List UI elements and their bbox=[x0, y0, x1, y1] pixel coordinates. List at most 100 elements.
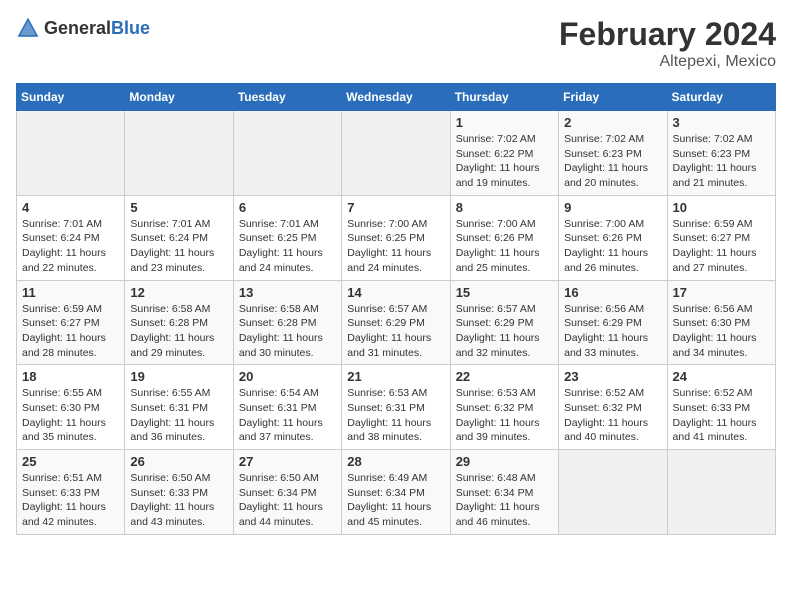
day-number: 9 bbox=[564, 200, 661, 215]
day-number: 14 bbox=[347, 285, 444, 300]
calendar-cell: 19Sunrise: 6:55 AMSunset: 6:31 PMDayligh… bbox=[125, 365, 233, 450]
day-number: 10 bbox=[673, 200, 770, 215]
calendar-cell: 13Sunrise: 6:58 AMSunset: 6:28 PMDayligh… bbox=[233, 280, 341, 365]
day-info: Sunrise: 6:58 AMSunset: 6:28 PMDaylight:… bbox=[130, 302, 227, 361]
day-info: Sunrise: 7:00 AMSunset: 6:25 PMDaylight:… bbox=[347, 217, 444, 276]
logo-general-text: General bbox=[44, 18, 111, 38]
calendar-cell bbox=[17, 111, 125, 196]
day-number: 12 bbox=[130, 285, 227, 300]
day-info: Sunrise: 7:02 AMSunset: 6:23 PMDaylight:… bbox=[673, 132, 770, 191]
day-info: Sunrise: 7:01 AMSunset: 6:24 PMDaylight:… bbox=[22, 217, 119, 276]
calendar-cell: 26 Sunrise: 6:50 AMSunset: 6:33 PMDayligh… bbox=[125, 450, 233, 535]
day-number: 16 bbox=[564, 285, 661, 300]
calendar-cell: 20 Sunrise: 6:54 AMSunset: 6:31 PMDayligh… bbox=[233, 365, 341, 450]
day-info: Sunrise: 6:52 AMSunset: 6:33 PMDaylight:… bbox=[673, 386, 770, 445]
weekday-header-monday: Monday bbox=[125, 84, 233, 111]
calendar-cell: 6 Sunrise: 7:01 AMSunset: 6:25 PMDaylight… bbox=[233, 195, 341, 280]
calendar-cell: 8Sunrise: 7:00 AMSunset: 6:26 PMDaylight… bbox=[450, 195, 558, 280]
day-number: 25 bbox=[22, 454, 119, 469]
calendar-cell: 14 Sunrise: 6:57 AMSunset: 6:29 PMDayligh… bbox=[342, 280, 450, 365]
calendar-cell: 11Sunrise: 6:59 AMSunset: 6:27 PMDayligh… bbox=[17, 280, 125, 365]
calendar-cell: 1Sunrise: 7:02 AMSunset: 6:22 PMDaylight… bbox=[450, 111, 558, 196]
day-info: Sunrise: 7:01 AMSunset: 6:24 PMDaylight:… bbox=[130, 217, 227, 276]
calendar-cell: 25 Sunrise: 6:51 AMSunset: 6:33 PMDayligh… bbox=[17, 450, 125, 535]
day-number: 26 bbox=[130, 454, 227, 469]
calendar-cell: 24 Sunrise: 6:52 AMSunset: 6:33 PMDayligh… bbox=[667, 365, 775, 450]
day-info: Sunrise: 6:55 AMSunset: 6:30 PMDaylight:… bbox=[22, 386, 119, 445]
day-number: 19 bbox=[130, 369, 227, 384]
day-number: 7 bbox=[347, 200, 444, 215]
calendar-cell bbox=[125, 111, 233, 196]
calendar-cell: 23Sunrise: 6:52 AMSunset: 6:32 PMDayligh… bbox=[559, 365, 667, 450]
day-number: 24 bbox=[673, 369, 770, 384]
day-number: 27 bbox=[239, 454, 336, 469]
day-info: Sunrise: 6:49 AMSunset: 6:34 PMDaylight:… bbox=[347, 471, 444, 530]
weekday-header-thursday: Thursday bbox=[450, 84, 558, 111]
calendar-cell: 3 Sunrise: 7:02 AMSunset: 6:23 PMDaylight… bbox=[667, 111, 775, 196]
day-number: 4 bbox=[22, 200, 119, 215]
calendar-header-row: SundayMondayTuesdayWednesdayThursdayFrid… bbox=[17, 84, 776, 111]
day-info: Sunrise: 6:57 AMSunset: 6:29 PMDaylight:… bbox=[456, 302, 553, 361]
calendar-week-row: 1Sunrise: 7:02 AMSunset: 6:22 PMDaylight… bbox=[17, 111, 776, 196]
calendar-body: 1Sunrise: 7:02 AMSunset: 6:22 PMDaylight… bbox=[17, 111, 776, 535]
day-info: Sunrise: 7:00 AMSunset: 6:26 PMDaylight:… bbox=[456, 217, 553, 276]
logo-blue-text: Blue bbox=[111, 18, 150, 38]
day-info: Sunrise: 6:50 AMSunset: 6:34 PMDaylight:… bbox=[239, 471, 336, 530]
calendar-cell: 2Sunrise: 7:02 AMSunset: 6:23 PMDaylight… bbox=[559, 111, 667, 196]
weekday-header-wednesday: Wednesday bbox=[342, 84, 450, 111]
day-info: Sunrise: 7:02 AMSunset: 6:23 PMDaylight:… bbox=[564, 132, 661, 191]
calendar-cell: 16 Sunrise: 6:56 AMSunset: 6:29 PMDayligh… bbox=[559, 280, 667, 365]
calendar-cell: 4 Sunrise: 7:01 AMSunset: 6:24 PMDaylight… bbox=[17, 195, 125, 280]
day-info: Sunrise: 6:59 AMSunset: 6:27 PMDaylight:… bbox=[673, 217, 770, 276]
day-info: Sunrise: 6:56 AMSunset: 6:30 PMDaylight:… bbox=[673, 302, 770, 361]
weekday-header-tuesday: Tuesday bbox=[233, 84, 341, 111]
day-info: Sunrise: 6:54 AMSunset: 6:31 PMDaylight:… bbox=[239, 386, 336, 445]
day-info: Sunrise: 6:53 AMSunset: 6:32 PMDaylight:… bbox=[456, 386, 553, 445]
day-number: 6 bbox=[239, 200, 336, 215]
day-number: 15 bbox=[456, 285, 553, 300]
day-info: Sunrise: 7:01 AMSunset: 6:25 PMDaylight:… bbox=[239, 217, 336, 276]
day-info: Sunrise: 6:58 AMSunset: 6:28 PMDaylight:… bbox=[239, 302, 336, 361]
calendar-cell: 18 Sunrise: 6:55 AMSunset: 6:30 PMDayligh… bbox=[17, 365, 125, 450]
page-header: GeneralBlue February 2024 Altepexi, Mexi… bbox=[16, 16, 776, 71]
calendar-cell: 17 Sunrise: 6:56 AMSunset: 6:30 PMDayligh… bbox=[667, 280, 775, 365]
month-title: February 2024 bbox=[559, 16, 776, 53]
day-info: Sunrise: 6:50 AMSunset: 6:33 PMDaylight:… bbox=[130, 471, 227, 530]
day-info: Sunrise: 6:56 AMSunset: 6:29 PMDaylight:… bbox=[564, 302, 661, 361]
calendar-week-row: 18 Sunrise: 6:55 AMSunset: 6:30 PMDayligh… bbox=[17, 365, 776, 450]
day-number: 29 bbox=[456, 454, 553, 469]
title-block: February 2024 Altepexi, Mexico bbox=[559, 16, 776, 71]
day-number: 23 bbox=[564, 369, 661, 384]
weekday-header-friday: Friday bbox=[559, 84, 667, 111]
day-number: 20 bbox=[239, 369, 336, 384]
calendar-cell: 12 Sunrise: 6:58 AMSunset: 6:28 PMDayligh… bbox=[125, 280, 233, 365]
day-info: Sunrise: 6:57 AMSunset: 6:29 PMDaylight:… bbox=[347, 302, 444, 361]
day-number: 22 bbox=[456, 369, 553, 384]
day-info: Sunrise: 6:53 AMSunset: 6:31 PMDaylight:… bbox=[347, 386, 444, 445]
day-info: Sunrise: 6:48 AMSunset: 6:34 PMDaylight:… bbox=[456, 471, 553, 530]
calendar-cell: 10 Sunrise: 6:59 AMSunset: 6:27 PMDayligh… bbox=[667, 195, 775, 280]
location-title: Altepexi, Mexico bbox=[559, 53, 776, 71]
calendar-cell: 21Sunrise: 6:53 AMSunset: 6:31 PMDayligh… bbox=[342, 365, 450, 450]
day-info: Sunrise: 6:51 AMSunset: 6:33 PMDaylight:… bbox=[22, 471, 119, 530]
day-number: 3 bbox=[673, 115, 770, 130]
calendar-cell: 27 Sunrise: 6:50 AMSunset: 6:34 PMDayligh… bbox=[233, 450, 341, 535]
calendar-cell: 15 Sunrise: 6:57 AMSunset: 6:29 PMDayligh… bbox=[450, 280, 558, 365]
day-number: 18 bbox=[22, 369, 119, 384]
day-info: Sunrise: 6:59 AMSunset: 6:27 PMDaylight:… bbox=[22, 302, 119, 361]
calendar-week-row: 4 Sunrise: 7:01 AMSunset: 6:24 PMDaylight… bbox=[17, 195, 776, 280]
calendar-cell: 29 Sunrise: 6:48 AMSunset: 6:34 PMDayligh… bbox=[450, 450, 558, 535]
calendar-table: SundayMondayTuesdayWednesdayThursdayFrid… bbox=[16, 83, 776, 535]
day-info: Sunrise: 7:00 AMSunset: 6:26 PMDaylight:… bbox=[564, 217, 661, 276]
day-number: 17 bbox=[673, 285, 770, 300]
logo-icon bbox=[16, 16, 40, 40]
day-number: 28 bbox=[347, 454, 444, 469]
calendar-week-row: 25 Sunrise: 6:51 AMSunset: 6:33 PMDayligh… bbox=[17, 450, 776, 535]
weekday-header-saturday: Saturday bbox=[667, 84, 775, 111]
calendar-cell: 28 Sunrise: 6:49 AMSunset: 6:34 PMDayligh… bbox=[342, 450, 450, 535]
calendar-cell bbox=[667, 450, 775, 535]
day-number: 1 bbox=[456, 115, 553, 130]
calendar-cell: 5Sunrise: 7:01 AMSunset: 6:24 PMDaylight… bbox=[125, 195, 233, 280]
calendar-cell bbox=[233, 111, 341, 196]
calendar-cell: 22 Sunrise: 6:53 AMSunset: 6:32 PMDayligh… bbox=[450, 365, 558, 450]
